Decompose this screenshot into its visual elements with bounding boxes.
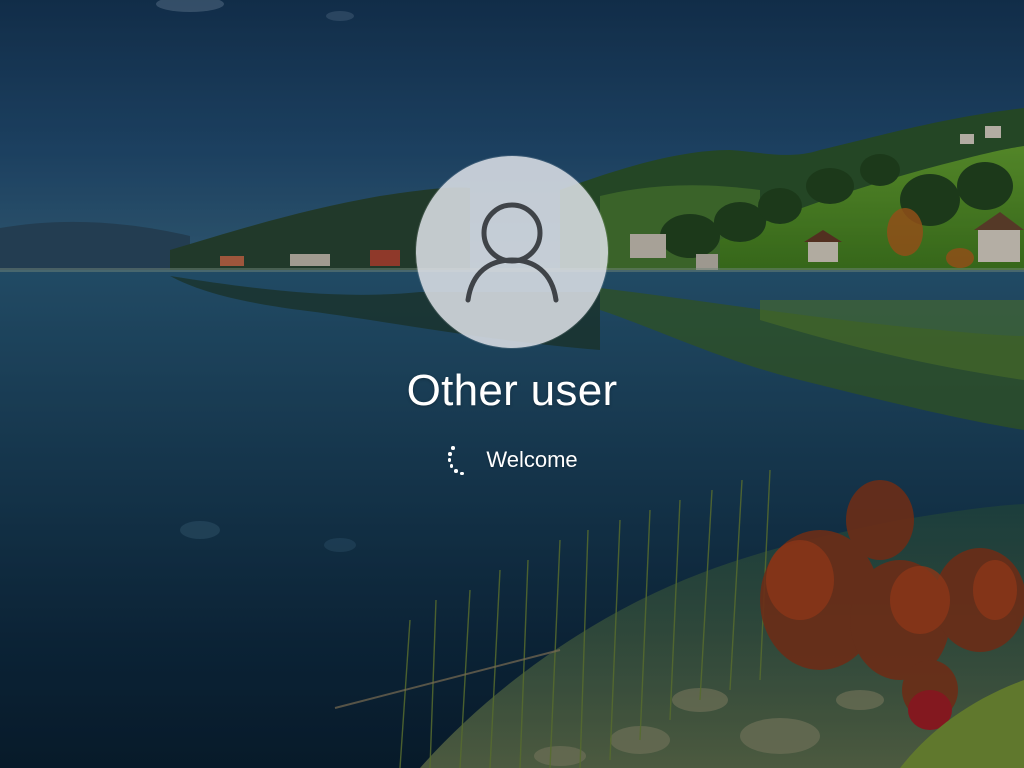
user-avatar <box>416 156 608 348</box>
status-text: Welcome <box>486 447 578 472</box>
user-silhouette-icon <box>465 202 559 303</box>
login-panel: Other user Welcome <box>0 0 1024 768</box>
user-name: Other user <box>406 366 618 415</box>
loading-spinner-icon <box>446 444 470 476</box>
sign-in-status: Welcome <box>0 444 1024 476</box>
